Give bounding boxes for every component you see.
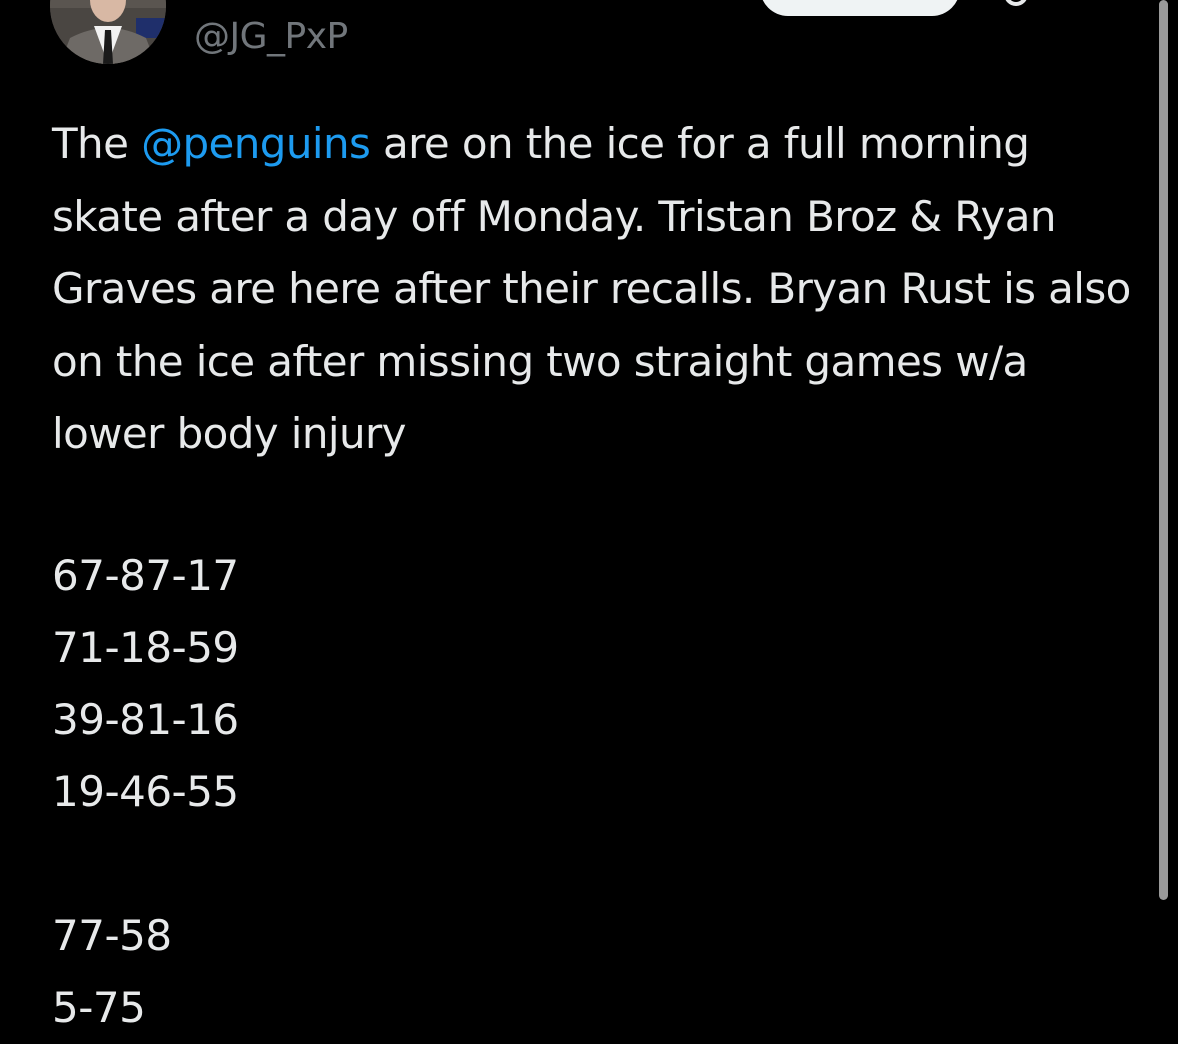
forward-line: 39-81-16 (52, 695, 239, 744)
avatar[interactable] (50, 0, 166, 64)
more-icon[interactable] (986, 0, 1046, 6)
follow-button[interactable] (760, 0, 960, 16)
tweet-text-start: The (52, 119, 142, 168)
tweet-text-rest: are on the ice for a full morning skate … (52, 119, 1131, 458)
forward-lines: 67-87-17 71-18-59 39-81-16 19-46-55 (52, 540, 239, 828)
forward-line: 71-18-59 (52, 623, 239, 672)
defense-pair: 5-75 (52, 983, 146, 1032)
author-handle[interactable]: @JG_PxP (194, 13, 348, 61)
defense-pair: 77-58 (52, 911, 172, 960)
forward-line: 67-87-17 (52, 551, 239, 600)
mention-link[interactable]: @penguins (141, 119, 371, 168)
defense-pairs: 77-58 5-75 (52, 900, 172, 1044)
scrollbar[interactable] (1159, 0, 1168, 900)
tweet-text: The @penguins are on the ice for a full … (52, 108, 1142, 471)
profile-photo-icon (50, 0, 166, 64)
forward-line: 19-46-55 (52, 767, 239, 816)
